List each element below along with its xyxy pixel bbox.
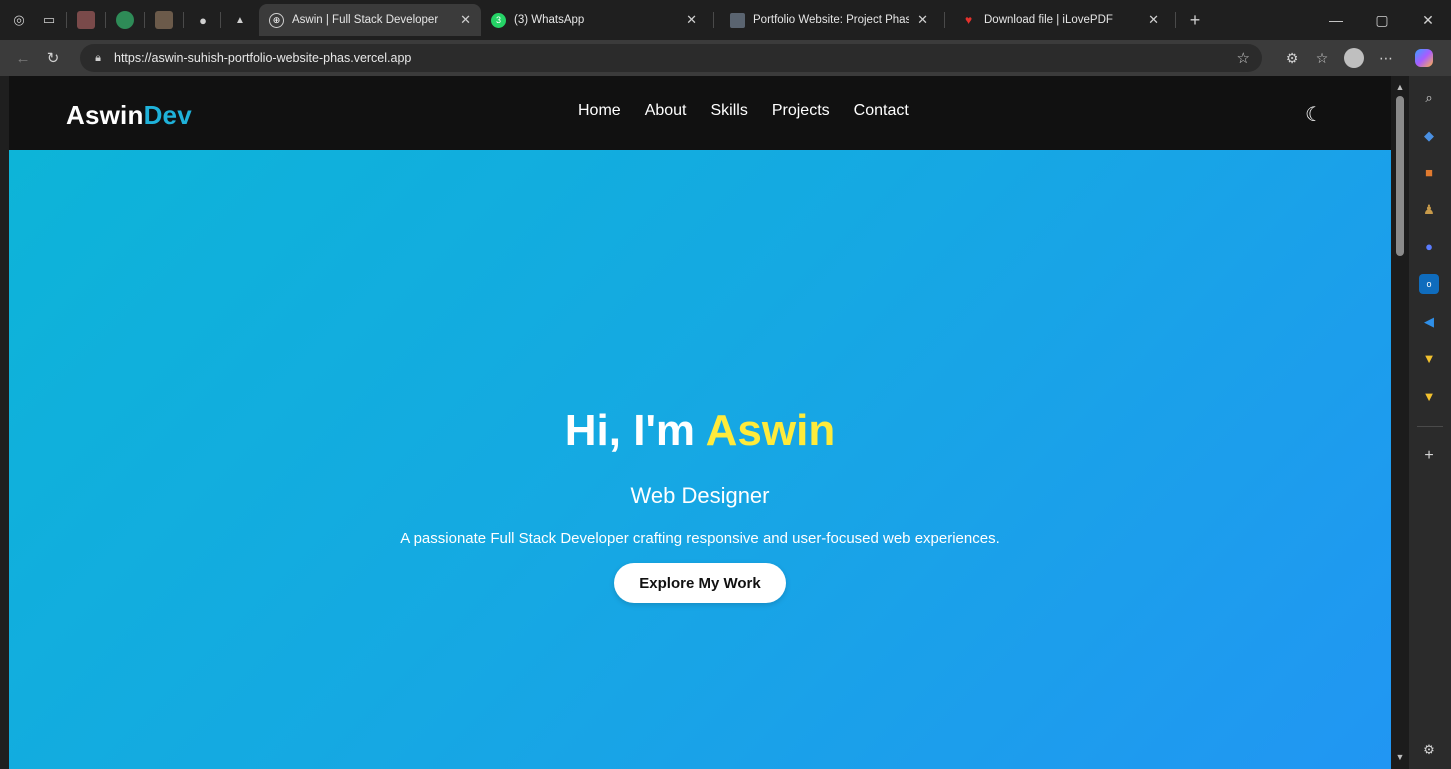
tab-separator bbox=[1175, 12, 1176, 28]
favorite-star-icon[interactable]: ☆ bbox=[1237, 49, 1250, 67]
tab-separator bbox=[183, 12, 184, 28]
sidebar-divider bbox=[1417, 426, 1443, 427]
tab-separator bbox=[713, 12, 714, 28]
more-menu-icon[interactable]: ⋯ bbox=[1372, 40, 1400, 76]
tab-title: Portfolio Website: Project Phase 5 bbox=[753, 14, 910, 26]
page-viewport: AswinDev Home About Skills Projects Cont… bbox=[9, 76, 1391, 769]
pinned-tab-icon[interactable] bbox=[116, 11, 134, 29]
tab-title: Aswin | Full Stack Developer bbox=[292, 14, 439, 26]
refresh-icon[interactable]: ↻ bbox=[38, 43, 68, 73]
tab-separator bbox=[144, 12, 145, 28]
moon-star-icon[interactable]: ☾ bbox=[1302, 102, 1326, 126]
hero-greeting: Hi, I'm bbox=[564, 406, 696, 455]
page-icon bbox=[730, 12, 745, 28]
profile-avatar[interactable] bbox=[1340, 40, 1368, 76]
globe-icon: ⊕ bbox=[269, 12, 284, 28]
page-scrollbar[interactable]: ▲ ▼ bbox=[1391, 76, 1409, 769]
close-tab-icon[interactable]: ✕ bbox=[1148, 12, 1159, 28]
hero-section: Hi, I'm Aswin Web Designer A passionate … bbox=[9, 150, 1391, 769]
browser-tab-bar: ◎ ▭ ● ▲ ⊕ Aswin | Full Stack Developer ✕… bbox=[0, 0, 1451, 40]
site-info-icon[interactable]: 🔒︎ bbox=[90, 50, 106, 66]
tab-title: (3) WhatsApp bbox=[514, 14, 585, 26]
scroll-down-icon[interactable]: ▼ bbox=[1395, 752, 1405, 762]
favorites-icon[interactable]: ☆ bbox=[1308, 40, 1336, 76]
site-header: AswinDev Home About Skills Projects Cont… bbox=[9, 76, 1391, 150]
tab-title: Download file | iLovePDF bbox=[984, 14, 1113, 26]
workspaces-icon[interactable]: ◎ bbox=[8, 9, 30, 31]
close-window-button[interactable]: ✕ bbox=[1405, 0, 1451, 40]
shopping-tag-icon[interactable]: ◆ bbox=[1419, 126, 1439, 146]
minimize-button[interactable]: — bbox=[1313, 0, 1359, 40]
nav-about[interactable]: About bbox=[645, 102, 687, 120]
tab-whatsapp[interactable]: 3 (3) WhatsApp ✕ bbox=[481, 4, 707, 36]
edge-sidebar: ⌕ ◆ ■ ♟ ● o ◀ ▼ ▼ + ⚙ bbox=[1409, 76, 1451, 769]
scroll-thumb[interactable] bbox=[1396, 96, 1404, 256]
tab-separator bbox=[66, 12, 67, 28]
add-sidebar-app-icon[interactable]: + bbox=[1419, 446, 1439, 466]
rewards-icon[interactable]: ▼ bbox=[1419, 386, 1439, 406]
whatsapp-icon: 3 bbox=[491, 12, 506, 28]
hero-description: A passionate Full Stack Developer crafti… bbox=[400, 530, 1000, 547]
nav-projects[interactable]: Projects bbox=[772, 102, 830, 120]
extensions-icon[interactable]: ⚙ bbox=[1278, 40, 1306, 76]
pinned-tab-icon[interactable] bbox=[77, 11, 95, 29]
hero-name: Aswin bbox=[705, 406, 836, 455]
tab-project-phase[interactable]: Portfolio Website: Project Phase 5 ✕ bbox=[720, 4, 938, 36]
tab-separator bbox=[220, 12, 221, 28]
hero-title: Hi, I'm Aswin bbox=[9, 406, 1391, 456]
nav-skills[interactable]: Skills bbox=[711, 102, 748, 120]
vercel-icon[interactable]: ▲ bbox=[229, 9, 251, 31]
heart-icon: ♥ bbox=[964, 13, 973, 27]
close-tab-icon[interactable]: ✕ bbox=[917, 12, 928, 28]
address-bar[interactable]: 🔒︎ https://aswin-suhish-portfolio-websit… bbox=[80, 44, 1262, 72]
new-tab-button[interactable]: + bbox=[1184, 9, 1206, 31]
logo-main: Aswin bbox=[66, 100, 144, 130]
logo-accent: Dev bbox=[143, 100, 192, 130]
nav-home[interactable]: Home bbox=[578, 102, 621, 120]
outlook-icon[interactable]: o bbox=[1419, 274, 1439, 294]
github-icon[interactable]: ● bbox=[192, 9, 214, 31]
sidebar-settings-icon[interactable]: ⚙ bbox=[1419, 740, 1439, 760]
back-arrow-icon[interactable]: ← bbox=[8, 43, 38, 73]
tools-icon[interactable]: ■ bbox=[1419, 162, 1439, 182]
badge-icon[interactable]: ▼ bbox=[1419, 348, 1439, 368]
tab-separator bbox=[944, 12, 945, 28]
tab-separator bbox=[105, 12, 106, 28]
tab-portfolio[interactable]: ⊕ Aswin | Full Stack Developer ✕ bbox=[259, 4, 481, 36]
close-tab-icon[interactable]: ✕ bbox=[460, 12, 471, 28]
games-icon[interactable]: ♟ bbox=[1419, 200, 1439, 220]
restore-button[interactable]: ▢ bbox=[1359, 0, 1405, 40]
nav-contact[interactable]: Contact bbox=[854, 102, 909, 120]
scroll-up-icon[interactable]: ▲ bbox=[1395, 82, 1405, 92]
search-icon[interactable]: ⌕ bbox=[1419, 88, 1439, 108]
site-logo[interactable]: AswinDev bbox=[66, 100, 192, 131]
copilot-sidebar-icon[interactable]: ● bbox=[1419, 236, 1439, 256]
site-nav: Home About Skills Projects Contact bbox=[578, 102, 909, 120]
pinned-tab-icon[interactable] bbox=[155, 11, 173, 29]
copilot-icon[interactable] bbox=[1410, 40, 1438, 76]
url-text[interactable]: https://aswin-suhish-portfolio-website-p… bbox=[114, 51, 411, 65]
hero-subtitle: Web Designer bbox=[630, 483, 770, 508]
tab-actions-icon[interactable]: ▭ bbox=[38, 9, 60, 31]
tab-ilovepdf[interactable]: ♥ Download file | iLovePDF ✕ bbox=[951, 4, 1169, 36]
send-icon[interactable]: ◀ bbox=[1419, 312, 1439, 332]
close-tab-icon[interactable]: ✕ bbox=[686, 12, 697, 28]
explore-work-button[interactable]: Explore My Work bbox=[614, 563, 786, 603]
